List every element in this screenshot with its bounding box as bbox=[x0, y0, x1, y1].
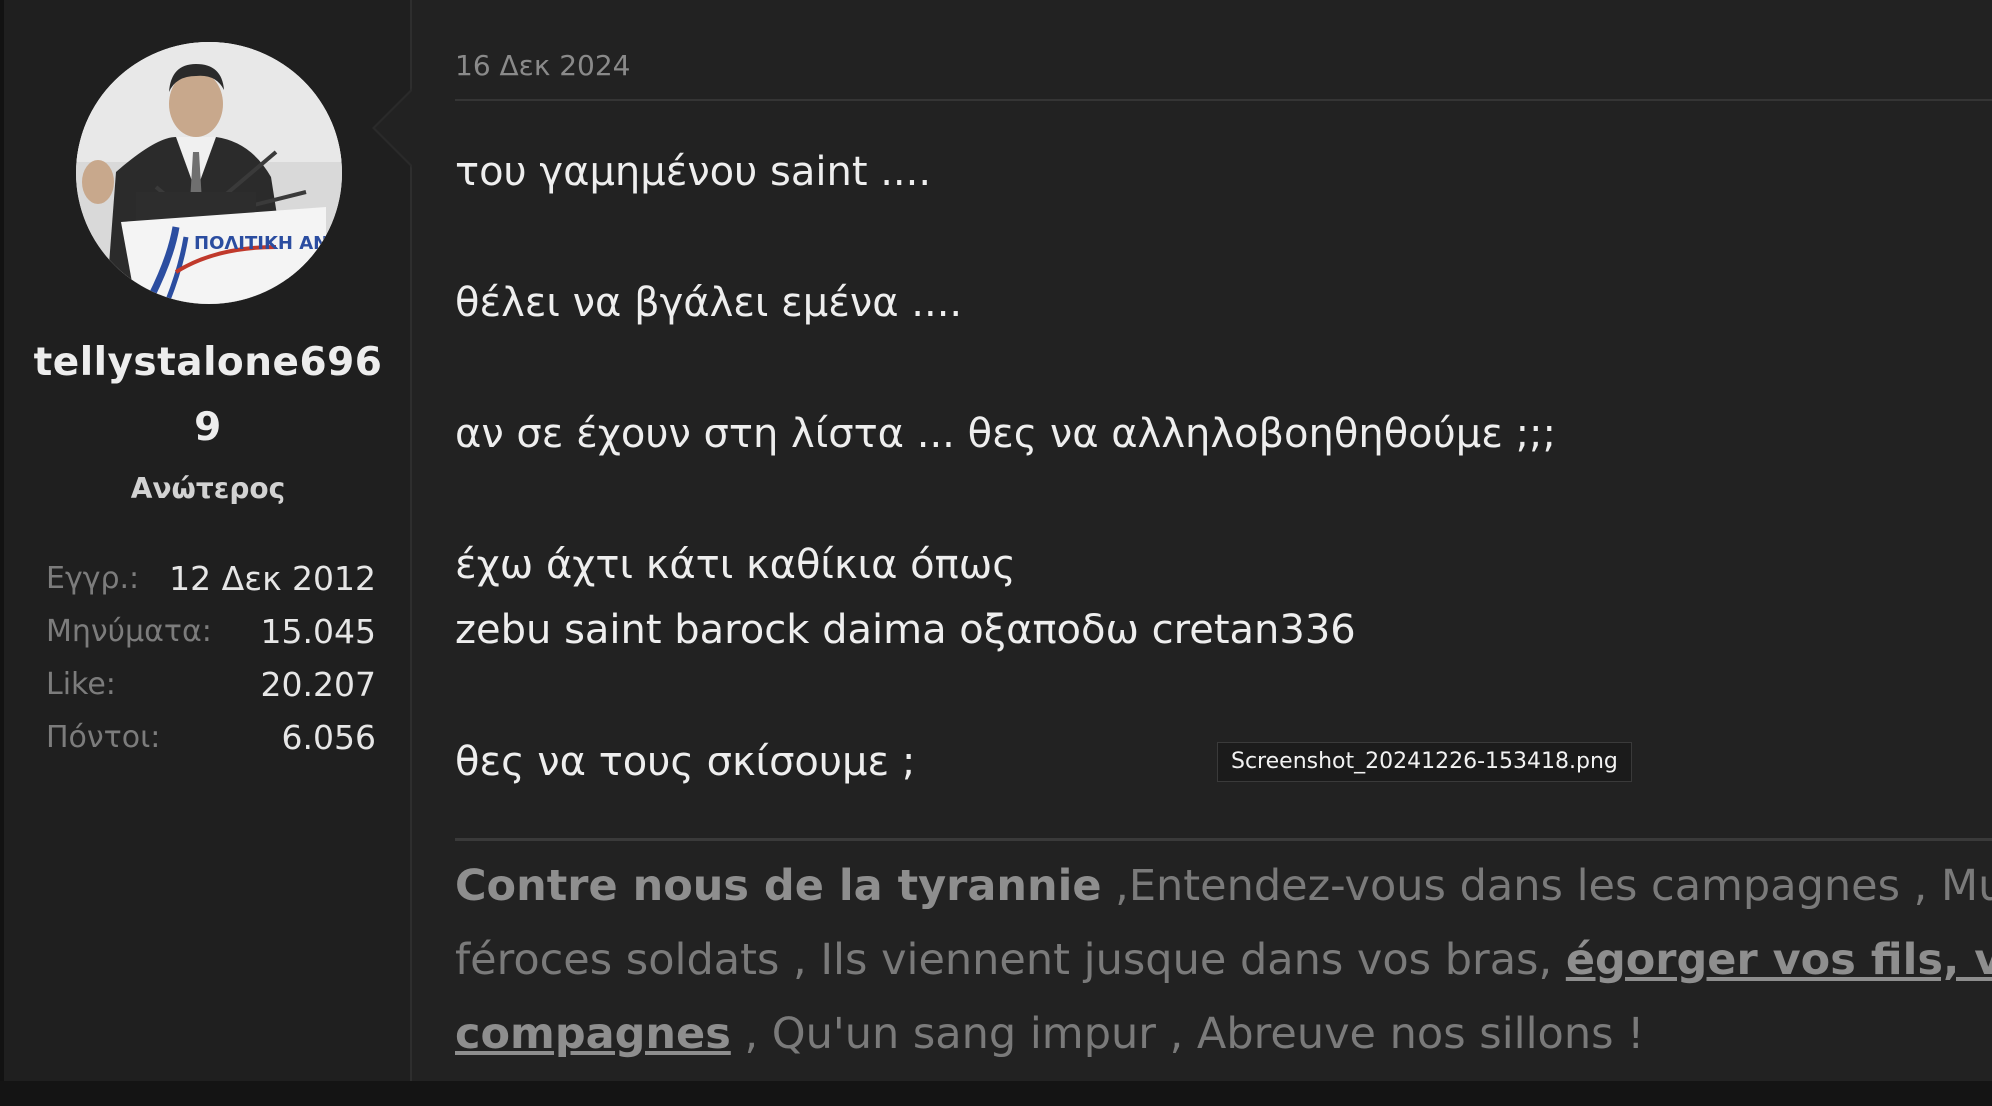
stat-row-likes: Like: 20.207 bbox=[46, 658, 376, 711]
user-stats: Εγγρ.: 12 Δεκ 2012 Μηνύματα: 15.045 Like… bbox=[46, 552, 376, 764]
signature-link[interactable]: égorger vos fils, vo bbox=[1566, 935, 1992, 985]
signature-text: , Qu'un sang impur , Abreuve nos sillons… bbox=[730, 1009, 1645, 1059]
signature-divider bbox=[455, 838, 1992, 841]
stat-label: Μηνύματα: bbox=[46, 614, 212, 649]
stat-value: 20.207 bbox=[260, 665, 376, 704]
post-header-divider bbox=[455, 99, 1992, 101]
post-line: αν σε έχουν στη λίστα ... θες να αλληλοβ… bbox=[455, 411, 1556, 457]
signature-bold-text: Contre nous de la tyrannie bbox=[455, 861, 1102, 911]
post-line: zebu saint barock daima οξαποδω cretan33… bbox=[455, 607, 1356, 653]
post-line: του γαμημένου saint .... bbox=[455, 149, 932, 195]
signature-text: féroces soldats , Ils viennent jusque da… bbox=[455, 935, 1566, 985]
signature-line-2: féroces soldats , Ils viennent jusque da… bbox=[455, 930, 1992, 990]
signature-link[interactable]: compagnes bbox=[455, 1009, 731, 1059]
post-date[interactable]: 16 Δεκ 2024 bbox=[455, 46, 630, 86]
post-line: θέλει να βγάλει εμένα .... bbox=[455, 280, 963, 326]
signature-line-3: compagnes , Qu'un sang impur , Abreuve n… bbox=[455, 1004, 1644, 1064]
username-line-2[interactable]: 9 bbox=[4, 395, 412, 460]
user-sidebar: ΠΟΛΙΤΙΚΗ ΑΝΟΙΞΗ tellystalone696 9 Ανώτερ… bbox=[4, 0, 412, 1081]
stat-row-messages: Μηνύματα: 15.045 bbox=[46, 605, 376, 658]
username-line-1[interactable]: tellystalone696 bbox=[4, 330, 412, 395]
user-rank-title: Ανώτερος bbox=[130, 472, 286, 505]
post-line: έχω άχτι κάτι καθίκια όπως bbox=[455, 542, 1016, 588]
stat-value: 12 Δεκ 2012 bbox=[169, 559, 376, 598]
post-line: θες να τους σκίσουμε ; bbox=[455, 739, 916, 785]
avatar-caption: ΠΟΛΙΤΙΚΗ ΑΝΟΙΞΗ bbox=[194, 233, 342, 254]
attachment-filename-tooltip: Screenshot_20241226-153418.png bbox=[1217, 742, 1632, 782]
stat-label: Πόντοι: bbox=[46, 720, 161, 755]
signature-line-1: Contre nous de la tyrannie ,Entendez-vou… bbox=[455, 856, 1992, 916]
user-signature: Contre nous de la tyrannie ,Entendez-vou… bbox=[455, 856, 1992, 1081]
stat-label: Εγγρ.: bbox=[46, 561, 140, 596]
window-bottom-edge bbox=[0, 1081, 1992, 1106]
user-avatar[interactable]: ΠΟΛΙΤΙΚΗ ΑΝΟΙΞΗ bbox=[76, 42, 342, 304]
signature-text: ,Entendez-vous dans les campagnes , Mug bbox=[1101, 861, 1992, 911]
avatar-photo: ΠΟΛΙΤΙΚΗ ΑΝΟΙΞΗ bbox=[76, 42, 342, 304]
stat-row-points: Πόντοι: 6.056 bbox=[46, 711, 376, 764]
message-pointer-fill bbox=[375, 91, 412, 165]
stat-label: Like: bbox=[46, 667, 116, 702]
stat-value[interactable]: 15.045 bbox=[261, 612, 376, 651]
stat-value[interactable]: 6.056 bbox=[282, 718, 376, 757]
username[interactable]: tellystalone696 9 bbox=[4, 330, 412, 460]
stat-row-joined: Εγγρ.: 12 Δεκ 2012 bbox=[46, 552, 376, 605]
